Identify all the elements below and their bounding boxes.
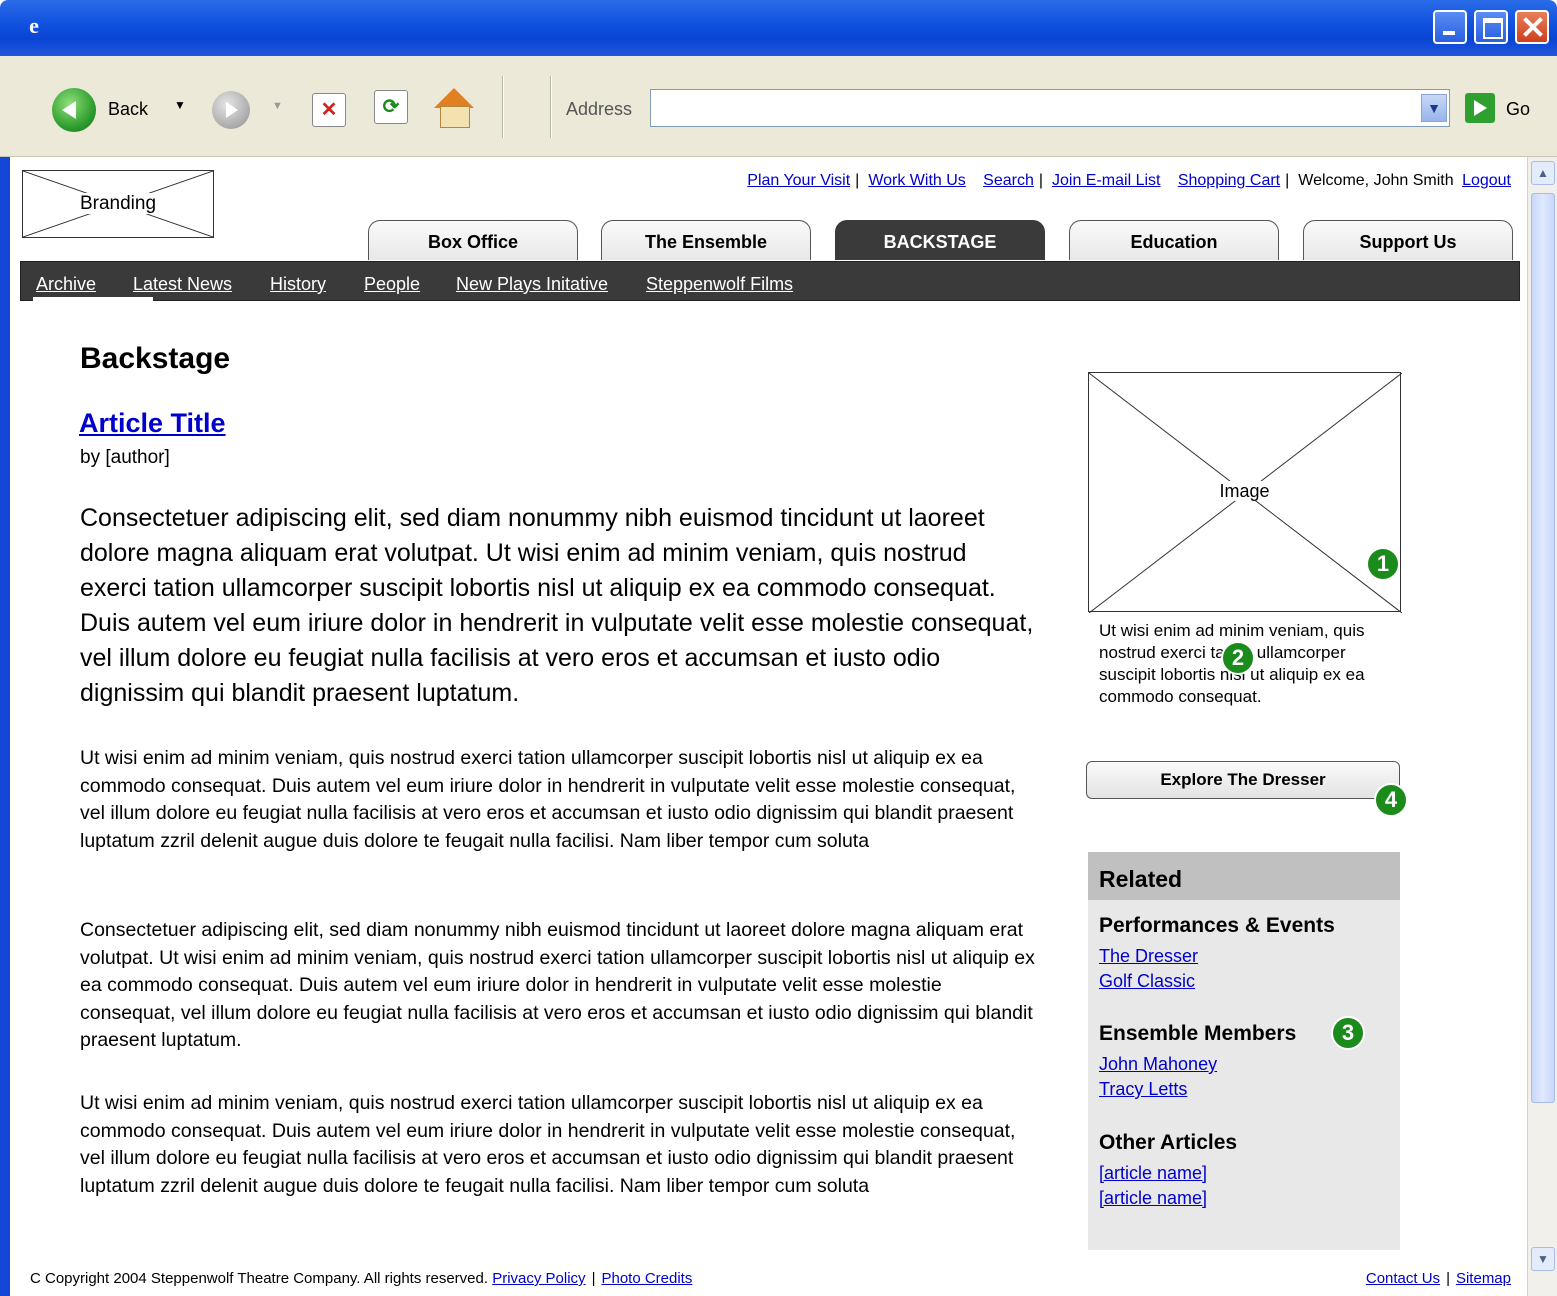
scroll-thumb[interactable] [1531, 193, 1555, 1103]
utility-nav: Plan Your Visit | Work With Us Search | Join… [747, 172, 1511, 189]
annotation-badge-1: 1 [1366, 547, 1400, 581]
back-button-label[interactable]: Back [108, 99, 148, 120]
stop-icon[interactable]: ✕ [312, 93, 346, 127]
tab-backstage[interactable]: BACKSTAGE [835, 220, 1045, 260]
back-dropdown-icon[interactable]: ▼ [174, 98, 186, 112]
go-button-label[interactable]: Go [1506, 99, 1530, 120]
subnav-steppenwolf-films[interactable]: Steppenwolf Films [646, 274, 793, 295]
photo-credits-link[interactable]: Photo Credits [601, 1270, 692, 1287]
subnav-new-plays[interactable]: New Plays Initative [456, 274, 608, 295]
related-link-article[interactable]: [article name] [1099, 1163, 1207, 1184]
subnav-people[interactable]: People [364, 274, 420, 295]
privacy-policy-link[interactable]: Privacy Policy [492, 1270, 585, 1287]
vertical-scrollbar[interactable]: ▲ ▼ [1527, 157, 1557, 1296]
browser-toolbar: Back ▼ ▼ ✕ ⟳ Address ▼ Go [0, 56, 1557, 157]
welcome-text: Welcome, John Smith [1298, 172, 1454, 189]
article-paragraph: Ut wisi enim ad minim veniam, quis nostr… [80, 747, 1016, 852]
article-title-link[interactable]: Article Title [79, 408, 226, 439]
article-lede: Consectetuer adipiscing elit, sed diam n… [80, 504, 1034, 707]
tab-education[interactable]: Education [1069, 220, 1279, 260]
related-header: Related [1088, 852, 1400, 900]
maximize-button[interactable] [1474, 10, 1508, 44]
article-paragraph: Consectetuer adipiscing elit, sed diam n… [80, 919, 1035, 1051]
join-email-link[interactable]: Join E-mail List [1052, 172, 1160, 189]
scroll-down-icon[interactable]: ▼ [1531, 1247, 1555, 1271]
footer-left: C Copyright 2004 Steppenwolf Theatre Com… [30, 1270, 693, 1287]
related-link-john-mahoney[interactable]: John Mahoney [1099, 1054, 1217, 1075]
tab-support-us[interactable]: Support Us [1303, 220, 1513, 260]
search-link[interactable]: Search [983, 172, 1034, 189]
refresh-icon[interactable]: ⟳ [374, 90, 408, 124]
toolbar-separator [550, 76, 552, 138]
branding-label: Branding [77, 193, 159, 214]
footer-right: Contact Us | Sitemap [1365, 1270, 1511, 1287]
window-titlebar: e [0, 0, 1557, 56]
annotation-badge-3: 3 [1331, 1016, 1365, 1050]
related-link-golf-classic[interactable]: Golf Classic [1099, 971, 1195, 992]
close-button[interactable] [1515, 10, 1549, 44]
related-link-article[interactable]: [article name] [1099, 1188, 1207, 1209]
image-label: Image [1089, 481, 1400, 502]
toolbar-separator [502, 76, 504, 138]
address-dropdown-icon[interactable]: ▼ [1421, 94, 1447, 122]
annotation-badge-2: 2 [1221, 641, 1255, 675]
related-link-tracy-letts[interactable]: Tracy Letts [1099, 1079, 1187, 1100]
subnav-archive[interactable]: Archive [36, 274, 96, 295]
article-author: by [author] [80, 447, 170, 468]
sub-navigation: Archive Latest News History People New P… [20, 261, 1520, 301]
related-section-heading: Performances & Events [1099, 914, 1335, 937]
home-icon[interactable] [432, 86, 476, 130]
subnav-history[interactable]: History [270, 274, 326, 295]
back-arrow-icon[interactable] [52, 88, 96, 132]
forward-arrow-icon[interactable] [212, 91, 250, 129]
plan-visit-link[interactable]: Plan Your Visit [747, 172, 850, 189]
image-placeholder: Image [1088, 372, 1402, 613]
tab-the-ensemble[interactable]: The Ensemble [601, 220, 811, 260]
go-arrow-icon[interactable] [1465, 93, 1495, 123]
related-panel: Related Performances & Events The Dresse… [1088, 852, 1400, 1250]
address-input[interactable] [650, 89, 1450, 127]
browser-icon: e [29, 13, 39, 38]
related-link-the-dresser[interactable]: The Dresser [1099, 946, 1198, 967]
forward-dropdown-icon[interactable]: ▼ [272, 100, 283, 112]
shopping-cart-link[interactable]: Shopping Cart [1178, 172, 1280, 189]
annotation-badge-4: 4 [1374, 783, 1408, 817]
work-with-us-link[interactable]: Work With Us [868, 172, 965, 189]
sitemap-link[interactable]: Sitemap [1456, 1270, 1511, 1287]
explore-dresser-button[interactable]: Explore The Dresser [1086, 761, 1400, 799]
logout-link[interactable]: Logout [1462, 172, 1511, 189]
related-section-heading: Other Articles [1099, 1131, 1238, 1154]
subnav-selected-indicator [33, 297, 153, 301]
tab-box-office[interactable]: Box Office [368, 220, 578, 260]
page-title: Backstage [80, 342, 231, 375]
branding-placeholder: Branding [22, 170, 214, 238]
article-paragraph: Ut wisi enim ad minim veniam, quis nostr… [80, 1092, 1016, 1197]
address-label: Address [566, 99, 633, 119]
contact-us-link[interactable]: Contact Us [1366, 1270, 1440, 1287]
subnav-latest-news[interactable]: Latest News [133, 274, 232, 295]
scroll-up-icon[interactable]: ▲ [1531, 161, 1555, 185]
minimize-button[interactable] [1433, 10, 1467, 44]
related-title: Related [1099, 866, 1183, 892]
related-section-heading: Ensemble Members [1099, 1022, 1297, 1045]
copyright-text: C Copyright 2004 Steppenwolf Theatre Com… [30, 1270, 489, 1287]
window-frame [0, 56, 10, 1296]
